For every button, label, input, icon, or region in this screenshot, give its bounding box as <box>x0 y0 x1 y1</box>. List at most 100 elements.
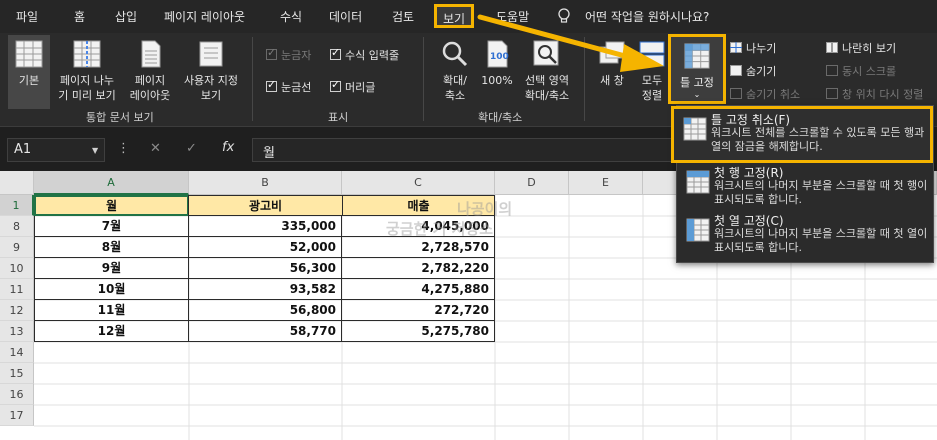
table-cell[interactable]: 9월 <box>34 258 189 279</box>
zoom-button[interactable]: 확대/ 축소 <box>434 35 476 109</box>
gridlines-checkbox[interactable]: 눈금선 <box>266 78 311 95</box>
table-cell[interactable]: 52,000 <box>189 237 342 258</box>
table-cell[interactable]: 4,275,880 <box>342 279 495 300</box>
split-button[interactable]: 나누기 <box>730 40 776 56</box>
view-side-by-side-button[interactable]: 나란히 보기 <box>826 40 896 56</box>
reset-window-position-button[interactable]: 창 위치 다시 정렬 <box>826 86 923 102</box>
page-break-line1: 페이지 나누 <box>59 74 115 87</box>
column-header-c[interactable]: C <box>342 171 495 195</box>
menu-help[interactable]: 도움말 <box>496 8 529 25</box>
row-header[interactable]: 10 <box>0 258 34 279</box>
hide-label: 숨기기 <box>746 65 777 78</box>
unhide-window-button[interactable]: 숨기기 취소 <box>730 86 800 102</box>
sync-scroll-button[interactable]: 동시 스크롤 <box>826 63 896 79</box>
menu-bar: 파일 홈 삽입 페이지 레이아웃 수식 데이터 검토 보기 도움말 어떤 작업을… <box>0 0 937 33</box>
row-header[interactable]: 13 <box>0 321 34 342</box>
row-header[interactable]: 17 <box>0 405 34 426</box>
arrange-all-icon <box>639 41 665 67</box>
row-header[interactable]: 8 <box>0 216 34 237</box>
unfreeze-panes-menu-item[interactable]: 틀 고정 취소(F) 워크시트 전체를 스크롤할 수 있도록 모든 행과 열의 … <box>671 106 933 163</box>
menu-view[interactable]: 보기 <box>434 4 475 28</box>
sync-scroll-label: 동시 스크롤 <box>842 65 897 78</box>
table-cell[interactable]: 335,000 <box>189 216 342 237</box>
tell-me-search[interactable]: 어떤 작업을 원하시나요? <box>585 8 709 25</box>
arrange-all-button[interactable]: 모두 정렬 <box>636 35 668 109</box>
formula-bar-checkbox[interactable]: 수식 입력줄 <box>330 46 399 63</box>
table-cell[interactable]: 56,800 <box>189 300 342 321</box>
confirm-icon[interactable]: ✓ <box>186 141 197 156</box>
headings-checkbox[interactable]: 머리글 <box>330 78 375 95</box>
watermark-line1: 나공이의 <box>457 200 513 218</box>
chevron-down-icon: ⌄ <box>693 90 701 99</box>
row-header[interactable]: 14 <box>0 342 34 363</box>
cancel-icon[interactable]: ✕ <box>150 141 161 156</box>
new-window-button[interactable]: 새 창 <box>594 35 630 109</box>
column-header-d[interactable]: D <box>495 171 569 195</box>
table-cell[interactable]: 11월 <box>34 300 189 321</box>
table-cell[interactable]: 10월 <box>34 279 189 300</box>
column-header-e[interactable]: E <box>569 171 643 195</box>
ruler-checkbox[interactable]: 눈금자 <box>266 46 311 63</box>
row-header[interactable]: 12 <box>0 300 34 321</box>
row-header[interactable]: 1 <box>0 195 34 216</box>
zoom-selection-line2: 확대/축소 <box>524 89 570 102</box>
row-header[interactable]: 16 <box>0 384 34 405</box>
sync-scroll-icon <box>826 65 838 76</box>
name-box-dropdown-icon[interactable]: ▼ <box>92 146 98 155</box>
freeze-first-column-menu-item[interactable]: 첫 열 고정(C) 워크시트의 나머지 부분을 스크롤할 때 첫 열이 표시되도… <box>677 210 933 260</box>
normal-view-button[interactable]: 기본 <box>8 35 50 109</box>
new-window-label: 새 창 <box>600 74 624 87</box>
unfreeze-icon <box>683 117 707 141</box>
table-cell[interactable]: 93,582 <box>189 279 342 300</box>
menu-home[interactable]: 홈 <box>74 8 85 25</box>
name-box[interactable]: A1 <box>7 138 105 162</box>
zoom-100-icon: 100 <box>487 40 509 68</box>
select-all-corner[interactable] <box>0 171 34 195</box>
table-cell[interactable]: 5,275,780 <box>342 321 495 342</box>
table-cell[interactable]: 2,728,570 <box>342 237 495 258</box>
menu-page-layout[interactable]: 페이지 레이아웃 <box>164 8 245 25</box>
row-header[interactable]: 15 <box>0 363 34 384</box>
column-header-b[interactable]: B <box>189 171 342 195</box>
menu-data[interactable]: 데이터 <box>329 8 362 25</box>
table-cell[interactable]: 12월 <box>34 321 189 342</box>
more-options-icon[interactable]: ⋮ <box>117 141 130 156</box>
cell-b1[interactable]: 광고비 <box>188 195 343 216</box>
cell-a1[interactable]: 월 <box>34 195 189 216</box>
row-header[interactable]: 9 <box>0 237 34 258</box>
page-layout-view-button[interactable]: 페이지 레이아웃 <box>126 35 174 109</box>
table-cell[interactable]: 56,300 <box>189 258 342 279</box>
reset-position-label: 창 위치 다시 정렬 <box>842 88 924 101</box>
menu-file[interactable]: 파일 <box>16 8 38 25</box>
freeze-top-row-icon <box>686 170 710 194</box>
table-cell[interactable]: 8월 <box>34 237 189 258</box>
normal-view-icon <box>15 40 43 68</box>
custom-views-icon <box>199 41 223 67</box>
row-header[interactable]: 11 <box>0 279 34 300</box>
zoom-group-label: 확대/축소 <box>478 111 523 124</box>
hide-window-button[interactable]: 숨기기 <box>730 63 776 79</box>
page-layout-line2: 레이아웃 <box>129 89 171 102</box>
table-cell[interactable]: 7월 <box>34 216 189 237</box>
page-break-preview-icon <box>73 40 101 68</box>
page-layout-line1: 페이지 <box>134 74 166 87</box>
menu-review[interactable]: 검토 <box>392 8 414 25</box>
column-header-a[interactable]: A <box>34 171 189 195</box>
custom-views-button[interactable]: 사용자 지정 보기 <box>176 35 246 109</box>
zoom-to-selection-button[interactable]: 선택 영역 확대/축소 <box>518 35 576 109</box>
zoom-100-button[interactable]: 100 100% <box>478 35 516 109</box>
freeze-panes-button[interactable]: 틀 고정 ⌄ <box>668 34 726 104</box>
table-cell[interactable]: 272,720 <box>342 300 495 321</box>
menu-formulas[interactable]: 수식 <box>280 8 302 25</box>
page-break-preview-button[interactable]: 페이지 나누 기 미리 보기 <box>52 35 122 109</box>
menu-insert[interactable]: 삽입 <box>115 8 137 25</box>
zoom-selection-icon <box>533 40 559 66</box>
reset-position-icon <box>826 88 838 99</box>
freeze-panes-icon <box>684 43 710 69</box>
table-cell[interactable]: 2,782,220 <box>342 258 495 279</box>
table-cell[interactable]: 58,770 <box>189 321 342 342</box>
insert-function-icon[interactable]: fx <box>222 140 234 155</box>
custom-views-line1: 사용자 지정 <box>183 74 239 87</box>
freeze-top-row-menu-item[interactable]: 첫 행 고정(R) 워크시트의 나머지 부분을 스크롤할 때 첫 행이 표시되도… <box>677 162 933 212</box>
freeze-first-column-icon <box>686 218 710 242</box>
